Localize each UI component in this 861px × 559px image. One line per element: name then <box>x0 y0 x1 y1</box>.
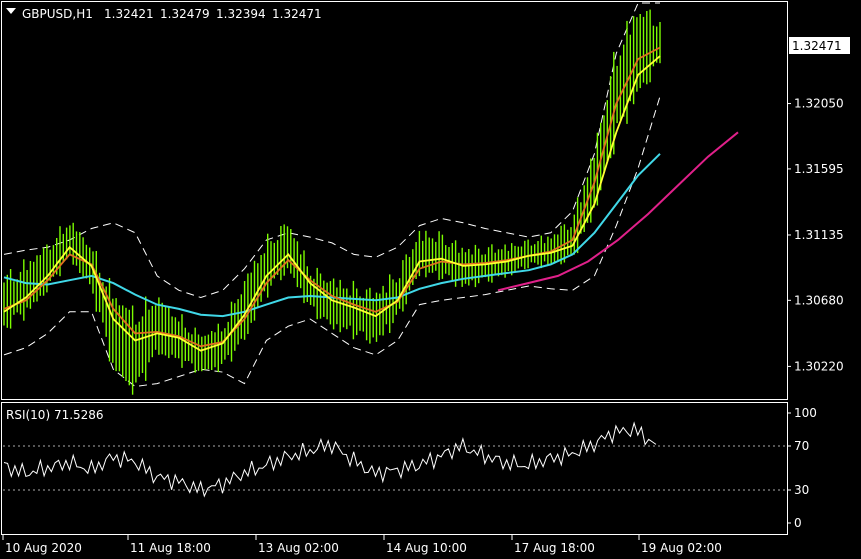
rsi-tick-label: 100 <box>794 406 817 420</box>
rsi-panel <box>3 421 786 498</box>
time-tick-label: 13 Aug 02:00 <box>258 541 339 555</box>
time-tick-label: 11 Aug 18:00 <box>130 541 211 555</box>
time-tick-label: 14 Aug 10:00 <box>386 541 467 555</box>
dropdown-triangle-icon[interactable] <box>6 8 16 14</box>
time-tick-label: 17 Aug 18:00 <box>514 541 595 555</box>
rsi-line <box>3 421 657 498</box>
price-tick-label: 1.32050 <box>794 97 844 111</box>
time-tick-label: 10 Aug 2020 <box>5 541 82 555</box>
rsi-tick-label: 30 <box>794 483 809 497</box>
ohlc-open: 1.32421 <box>104 7 154 21</box>
price-tick-label: 1.31595 <box>794 162 844 176</box>
price-tick-label: 1.30680 <box>794 293 844 307</box>
price-tick-label: 1.31135 <box>794 228 844 242</box>
ohlc-high: 1.32479 <box>160 7 210 21</box>
chart-canvas: GBPUSD,H1 1.32421 1.32479 1.32394 1.3247… <box>1 1 850 555</box>
time-axis: 10 Aug 2020 11 Aug 18:00 13 Aug 02:00 14 Au… <box>2 535 722 555</box>
ohlc-low: 1.32394 <box>216 7 266 21</box>
trendline <box>497 131 739 292</box>
symbol-label: GBPUSD,H1 <box>22 7 93 21</box>
rsi-label: RSI(10) 71.5286 <box>6 408 104 422</box>
bollinger-bands <box>3 2 661 388</box>
price-tick-label: 1.30220 <box>794 359 844 373</box>
current-price-label: 1.32471 <box>792 39 842 53</box>
price-candles <box>3 9 661 395</box>
rsi-tick-label: 70 <box>794 439 809 453</box>
rsi-tick-label: 0 <box>794 516 802 530</box>
rsi-axis: 100 70 30 0 <box>787 406 817 530</box>
price-axis: 1.32050 1.31595 1.31135 1.30680 1.30220 <box>787 97 844 373</box>
moving-averages <box>3 46 739 352</box>
ohlc-close: 1.32471 <box>272 7 322 21</box>
time-tick-label: 19 Aug 02:00 <box>641 541 722 555</box>
